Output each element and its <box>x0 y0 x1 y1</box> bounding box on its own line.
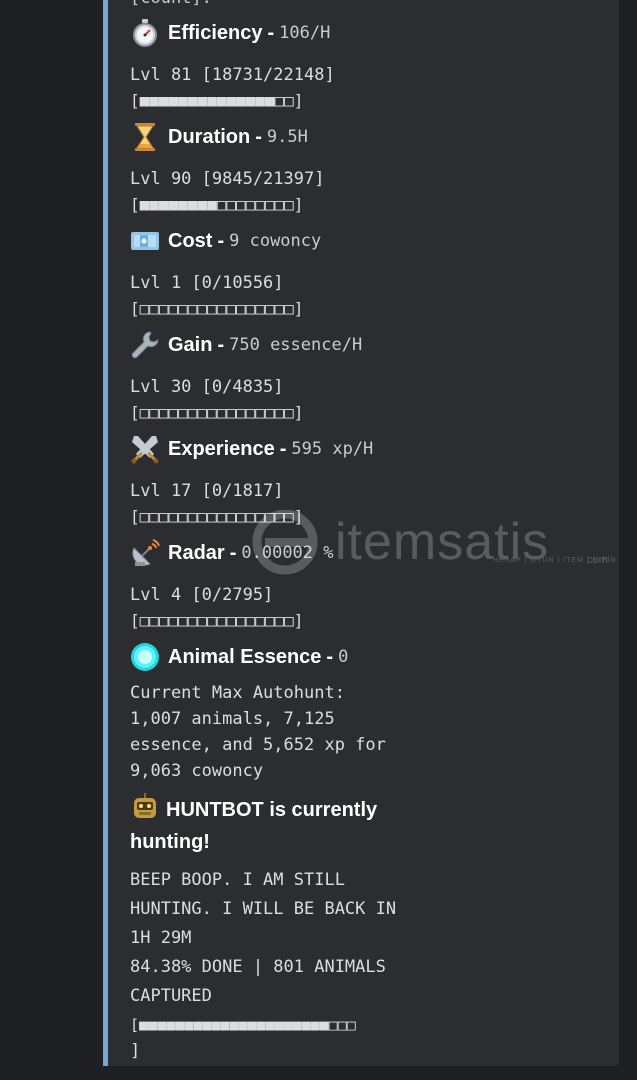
autohunt-line: Current Max Autohunt: <box>130 683 345 703</box>
stat-experience: Experience - 595 xp/H Lvl 17 [0/1817] [□… <box>130 432 610 530</box>
satellite-dish-icon <box>130 538 160 568</box>
stat-header: Experience - 595 xp/H <box>130 432 610 466</box>
stat-value: 750 essence/H <box>229 335 363 355</box>
stat-separator: - <box>229 541 237 564</box>
stat-name: Gain <box>168 333 213 356</box>
embed-accent-bar <box>103 0 108 1066</box>
robot-icon <box>130 792 160 822</box>
essence-orb-icon <box>130 642 160 672</box>
stat-value: 595 xp/H <box>291 439 374 459</box>
huntbot-line: CAPTURED <box>130 986 212 1006</box>
hourglass-icon <box>130 122 160 152</box>
stat-name: Cost <box>168 229 213 252</box>
stat-level: Lvl 30 [0/4835] <box>130 377 284 397</box>
stat-level: Lvl 17 [0/1817] <box>130 481 284 501</box>
wrench-icon <box>130 330 160 360</box>
huntbot-line: 84.38% DONE | 801 ANIMALS <box>130 957 386 977</box>
stat-progress-bar: [□□□□□□□□□□□□□□□□] <box>130 507 304 526</box>
embed-content: [count]. Efficiency - 106/H Lvl 81 [1873… <box>130 0 610 1062</box>
essence-value: 0 <box>338 647 349 667</box>
stat-header: Gain - 750 essence/H <box>130 328 610 362</box>
stat-progress-bar: [■■■■■■■■□□□□□□□□] <box>130 195 304 214</box>
stat-efficiency: Efficiency - 106/H Lvl 81 [18731/22148] … <box>130 16 610 114</box>
huntbot-line: HUNTING. I WILL BE BACK IN <box>130 899 397 919</box>
stat-value: 106/H <box>279 23 331 43</box>
huntbot-line: BEEP BOOP. I AM STILL <box>130 870 345 890</box>
stat-cost: Cost - 9 cowoncy Lvl 1 [0/10556] [□□□□□□… <box>130 224 610 322</box>
stat-progress-bar: [□□□□□□□□□□□□□□□□] <box>130 611 304 630</box>
stat-level: Lvl 90 [9845/21397] <box>130 169 325 189</box>
stat-name: Duration <box>168 125 251 148</box>
stat-level: Lvl 4 [0/2795] <box>130 585 274 605</box>
stat-progress-bar: [■■■■■■■■■■■■■■□□] <box>130 91 304 110</box>
stat-value: 9.5H <box>266 127 308 147</box>
stat-header: Radar - 0.00002 % <box>130 536 610 570</box>
stopwatch-icon <box>130 18 160 48</box>
stat-gain: Gain - 750 essence/H Lvl 30 [0/4835] [□□… <box>130 328 610 426</box>
essence-header: Animal Essence - 0 <box>130 640 610 674</box>
stat-radar: Radar - 0.00002 % Lvl 4 [0/2795] [□□□□□□… <box>130 536 610 634</box>
autohunt-line: essence, and 5,652 xp for <box>130 735 386 755</box>
autohunt-line: 9,063 cowoncy <box>130 761 264 781</box>
stat-separator: - <box>267 21 275 44</box>
stat-name: Experience <box>168 437 275 460</box>
stat-progress-bar: [□□□□□□□□□□□□□□□□] <box>130 403 304 422</box>
stat-value: 0.00002 % <box>241 543 334 563</box>
stat-duration: Duration - 9.5H Lvl 90 [9845/21397] [■■■… <box>130 120 610 218</box>
essence-section: Animal Essence - 0 Current Max Autohunt:… <box>130 640 610 784</box>
stat-level: Lvl 81 [18731/22148] <box>130 65 335 85</box>
stat-level: Lvl 1 [0/10556] <box>130 273 284 293</box>
stat-separator: - <box>279 437 287 460</box>
essence-name: Animal Essence <box>168 645 322 668</box>
cash-icon <box>130 226 160 256</box>
huntbot-line: ] <box>130 1041 141 1061</box>
stat-value: 9 cowoncy <box>229 231 322 251</box>
stat-separator: - <box>217 229 225 252</box>
huntbot-title-text: HUNTBOT is currently hunting! <box>130 799 378 853</box>
stat-separator: - <box>255 125 262 148</box>
stat-header: Efficiency - 106/H <box>130 16 610 50</box>
stat-header: Cost - 9 cowoncy <box>130 224 610 258</box>
stat-name: Efficiency <box>168 21 263 44</box>
cutoff-text: [count]. <box>130 0 610 10</box>
huntbot-section: HUNTBOT is currently hunting! BEEP BOOP.… <box>130 792 610 1062</box>
huntbot-progress-bar: [■■■■■■■■■■■■■■■■■■■■■□□□ <box>130 1016 356 1034</box>
autohunt-line: 1,007 animals, 7,125 <box>130 709 335 729</box>
bot-embed: [count]. Efficiency - 106/H Lvl 81 [1873… <box>103 0 619 1066</box>
crossed-swords-icon <box>130 434 160 464</box>
huntbot-title: HUNTBOT is currently hunting! <box>130 792 430 858</box>
stat-header: Duration - 9.5H <box>130 120 610 154</box>
stat-separator: - <box>326 645 334 668</box>
autohunt-block: Current Max Autohunt: 1,007 animals, 7,1… <box>130 680 610 784</box>
huntbot-status: BEEP BOOP. I AM STILL HUNTING. I WILL BE… <box>130 866 610 1062</box>
stat-separator: - <box>217 333 225 356</box>
stat-name: Radar <box>168 541 225 564</box>
huntbot-line: 1H 29M <box>130 928 192 948</box>
stat-progress-bar: [□□□□□□□□□□□□□□□□] <box>130 299 304 318</box>
